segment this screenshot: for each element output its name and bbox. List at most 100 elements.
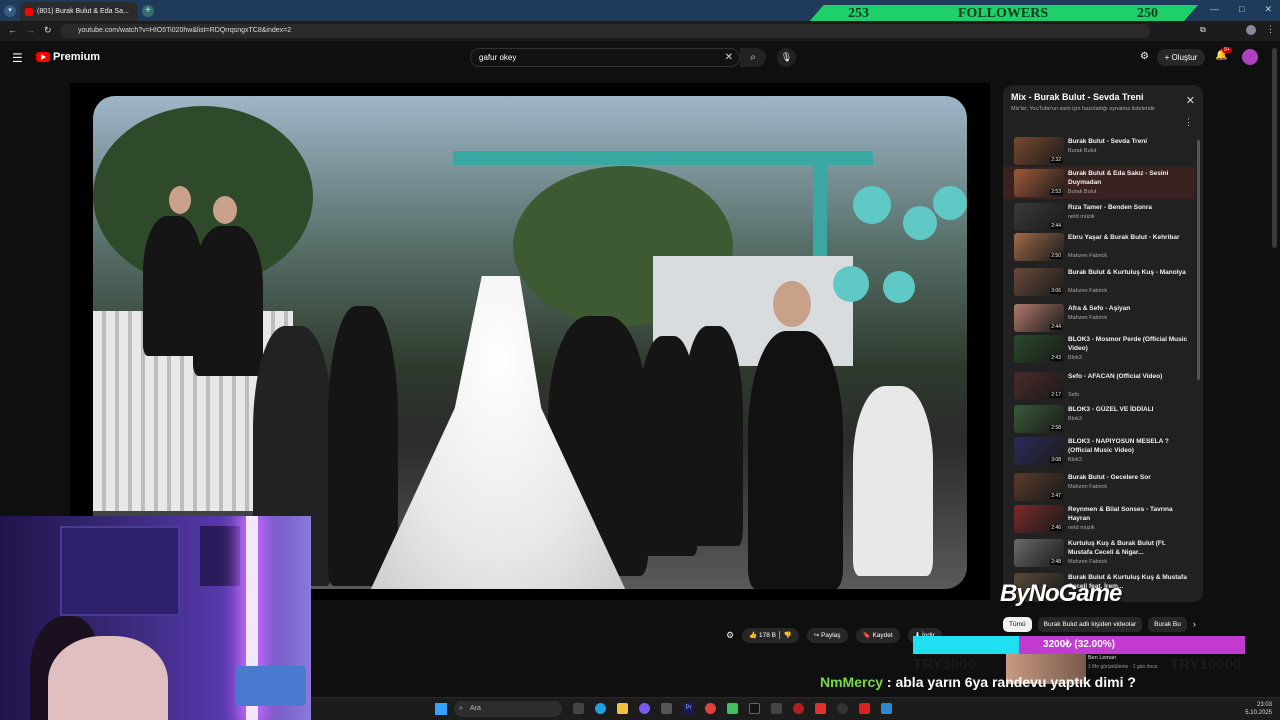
balloon [903, 206, 937, 240]
new-tab-button[interactable]: + [142, 5, 154, 17]
playlist-thumbnail: 3:08 [1014, 437, 1064, 465]
playlist-item-title: BLOK3 - Mosmor Perde (Official Music Vid… [1068, 336, 1188, 352]
playlist-duration: 2:53 [1050, 189, 1062, 195]
close-window-icon[interactable]: ✕ [1264, 4, 1272, 15]
app-icon[interactable] [815, 703, 826, 714]
back-icon[interactable]: ← [8, 25, 17, 35]
minimize-icon[interactable]: — [1210, 4, 1219, 15]
browser-tab-active[interactable]: (801) Burak Bulut & Eda Sa... [20, 2, 138, 21]
playlist-item[interactable]: 2:32 Burak Bulut - Sevda Treni Burak Bulut [1003, 135, 1195, 167]
playlist-item-channel: Sefo [1068, 392, 1080, 398]
bynogame-logo: ByNoGame [1000, 580, 1122, 607]
chip-all[interactable]: Tümü [1003, 617, 1032, 632]
profile-icon[interactable] [1246, 25, 1256, 35]
playlist-more-icon[interactable]: ⋮ [1184, 117, 1193, 128]
balloon [883, 271, 915, 303]
url-field[interactable]: youtube.com/watch?v=HIO5Ti020hw&list=RDQ… [60, 24, 1150, 38]
playlist-duration: 2:46 [1050, 525, 1062, 531]
app-icon[interactable] [727, 703, 738, 714]
playlist-item[interactable]: 3:06 Burak Bulut & Kurtuluş Kuş - Manolya… [1003, 266, 1195, 298]
chip-channel[interactable]: Burak Bulut adlı kişiden videolar [1037, 617, 1143, 632]
chat-message: NmMercy : abla yarın 6ya randevu yaptık … [820, 674, 1136, 690]
playlist-duration: 2:47 [1050, 493, 1062, 499]
share-button[interactable]: ↪ Paylaş [806, 628, 848, 643]
playlist-duration: 2:48 [1050, 559, 1062, 565]
system-clock[interactable]: 23:03 5.10.2025 [1245, 701, 1272, 717]
task-view-icon[interactable] [573, 703, 584, 714]
tab-list-button[interactable]: ▾ [4, 5, 16, 17]
playlist-item-channel: Mahzen Fabrick [1068, 315, 1108, 321]
hamburger-menu-icon[interactable]: ☰ [12, 51, 23, 65]
account-avatar[interactable] [1242, 49, 1258, 65]
recommended-meta: 1 Mn görüntüleme · 1 gün önce [1088, 664, 1158, 670]
menu-dots-icon[interactable]: ⋮ [1266, 24, 1275, 35]
playlist-item[interactable]: 2:47 Burak Bulut - Gecelere Sor Mahzen Fab… [1003, 471, 1195, 503]
playlist-item-title: Sefo - AFACAN (Official Video) [1068, 373, 1163, 380]
playlist-scrollbar[interactable] [1197, 140, 1200, 380]
app-icon[interactable] [661, 703, 672, 714]
app-icon[interactable] [771, 703, 782, 714]
playlist-item[interactable]: 2:43 BLOK3 - Mosmor Perde (Official Music… [1003, 333, 1195, 365]
share-label: Paylaş [821, 632, 841, 639]
logo-text: Premium [53, 51, 101, 63]
app-icon[interactable] [881, 703, 892, 714]
poster [200, 526, 240, 586]
app-icon[interactable] [639, 703, 650, 714]
taskbar-search[interactable]: ⌕ Ara [454, 701, 562, 717]
playlist-item-title: Burak Bulut - Sevda Treni [1068, 138, 1148, 145]
playlist-item[interactable]: 2:53 Burak Bulut & Eda Sakız - Sesini Duy… [1003, 167, 1195, 199]
reload-icon[interactable]: ↻ [44, 25, 52, 36]
obs-icon[interactable] [837, 703, 848, 714]
maximize-icon[interactable]: □ [1239, 4, 1244, 15]
file-explorer-icon[interactable] [617, 703, 628, 714]
playlist-thumbnail: 2:46 [1014, 505, 1064, 533]
clear-search-icon[interactable]: ✕ [725, 49, 733, 66]
search-input[interactable]: gafur okey ✕ [470, 48, 740, 67]
chat-text: : abla yarın 6ya randevu yaptık dimi ? [883, 674, 1136, 690]
playlist-item-channel: Mahzen Fabrick [1068, 253, 1108, 259]
youtube-logo[interactable]: Premium [36, 51, 100, 63]
forward-icon[interactable]: → [26, 25, 35, 35]
close-playlist-icon[interactable]: ✕ [1186, 94, 1195, 107]
playlist-item[interactable]: 2:17 Sefo - AFACAN (Official Video) Sefo [1003, 370, 1195, 402]
chrome-icon[interactable] [705, 703, 716, 714]
chips-next-icon[interactable]: › [1193, 617, 1196, 632]
shelf [60, 526, 180, 616]
cast-icon[interactable]: ⚙ [1140, 51, 1149, 62]
tiktok-icon[interactable] [749, 703, 760, 714]
action-icon[interactable]: ⚙ [726, 630, 734, 641]
dislike-icon: 👎 [783, 632, 792, 639]
playlist-item-title: BLOK3 - GÜZEL VE İDDİALI [1068, 406, 1154, 413]
playlist-duration: 3:06 [1050, 288, 1062, 294]
edge-icon[interactable] [595, 703, 606, 714]
playlist-item[interactable]: 2:44 Afra & Sefo - Aşiyan Mahzen Fabrick [1003, 302, 1195, 334]
playlist-item[interactable]: 2:48 Kurtuluş Kuş & Burak Bulut (Ft. Must… [1003, 537, 1195, 569]
premiere-icon[interactable]: Pr [683, 703, 694, 714]
playlist-item[interactable]: 2:44 Rıza Tamer - Benden Sonra netd müzik [1003, 201, 1195, 233]
playlist-item[interactable]: 2:50 Ebru Yaşar & Burak Bulut - Kehribar M… [1003, 231, 1195, 263]
app-icon[interactable] [859, 703, 870, 714]
playlist-item[interactable]: 2:58 BLOK3 - GÜZEL VE İDDİALI Blok3 [1003, 403, 1195, 435]
like-count: 178 B [758, 632, 776, 639]
playlist-duration: 2:50 [1050, 253, 1062, 259]
voice-search-button[interactable]: 🎙 [777, 48, 796, 67]
playlist-item[interactable]: 3:08 BLOK3 - NAPIYOSUN MESELA ? (Official… [1003, 435, 1195, 467]
page-scrollbar[interactable] [1272, 48, 1277, 248]
like-button[interactable]: 👍 178 B │ 👎 [742, 628, 799, 643]
followers-left-count: 253 [848, 6, 869, 21]
pergola-beam [453, 151, 873, 165]
save-button[interactable]: 🔖 Kaydet [855, 628, 900, 643]
video-actions: ⚙ 👍 178 B │ 👎 ↪ Paylaş 🔖 Kaydet ⬇ İndir [726, 628, 942, 643]
search-value: gafur okey [479, 53, 517, 62]
app-icon[interactable] [793, 703, 804, 714]
chip-more[interactable]: Burak Bu [1148, 617, 1187, 632]
create-button[interactable]: + Oluştur [1157, 49, 1205, 66]
search-button[interactable]: ⌕ [740, 48, 766, 67]
playlist-thumbnail: 2:47 [1014, 473, 1064, 501]
extensions-icon[interactable]: ⧉ [1200, 25, 1206, 35]
playlist-thumbnail: 2:43 [1014, 335, 1064, 363]
youtube-header: ☰ Premium gafur okey ✕ ⌕ 🎙 ⚙ + Oluştur 🔔… [0, 41, 1280, 75]
playlist-item[interactable]: 2:46 Reynmen & Bilal Sonses - Tavrına Hay… [1003, 503, 1195, 535]
clock-date: 5.10.2025 [1245, 710, 1272, 716]
windows-start-icon[interactable] [435, 703, 447, 715]
